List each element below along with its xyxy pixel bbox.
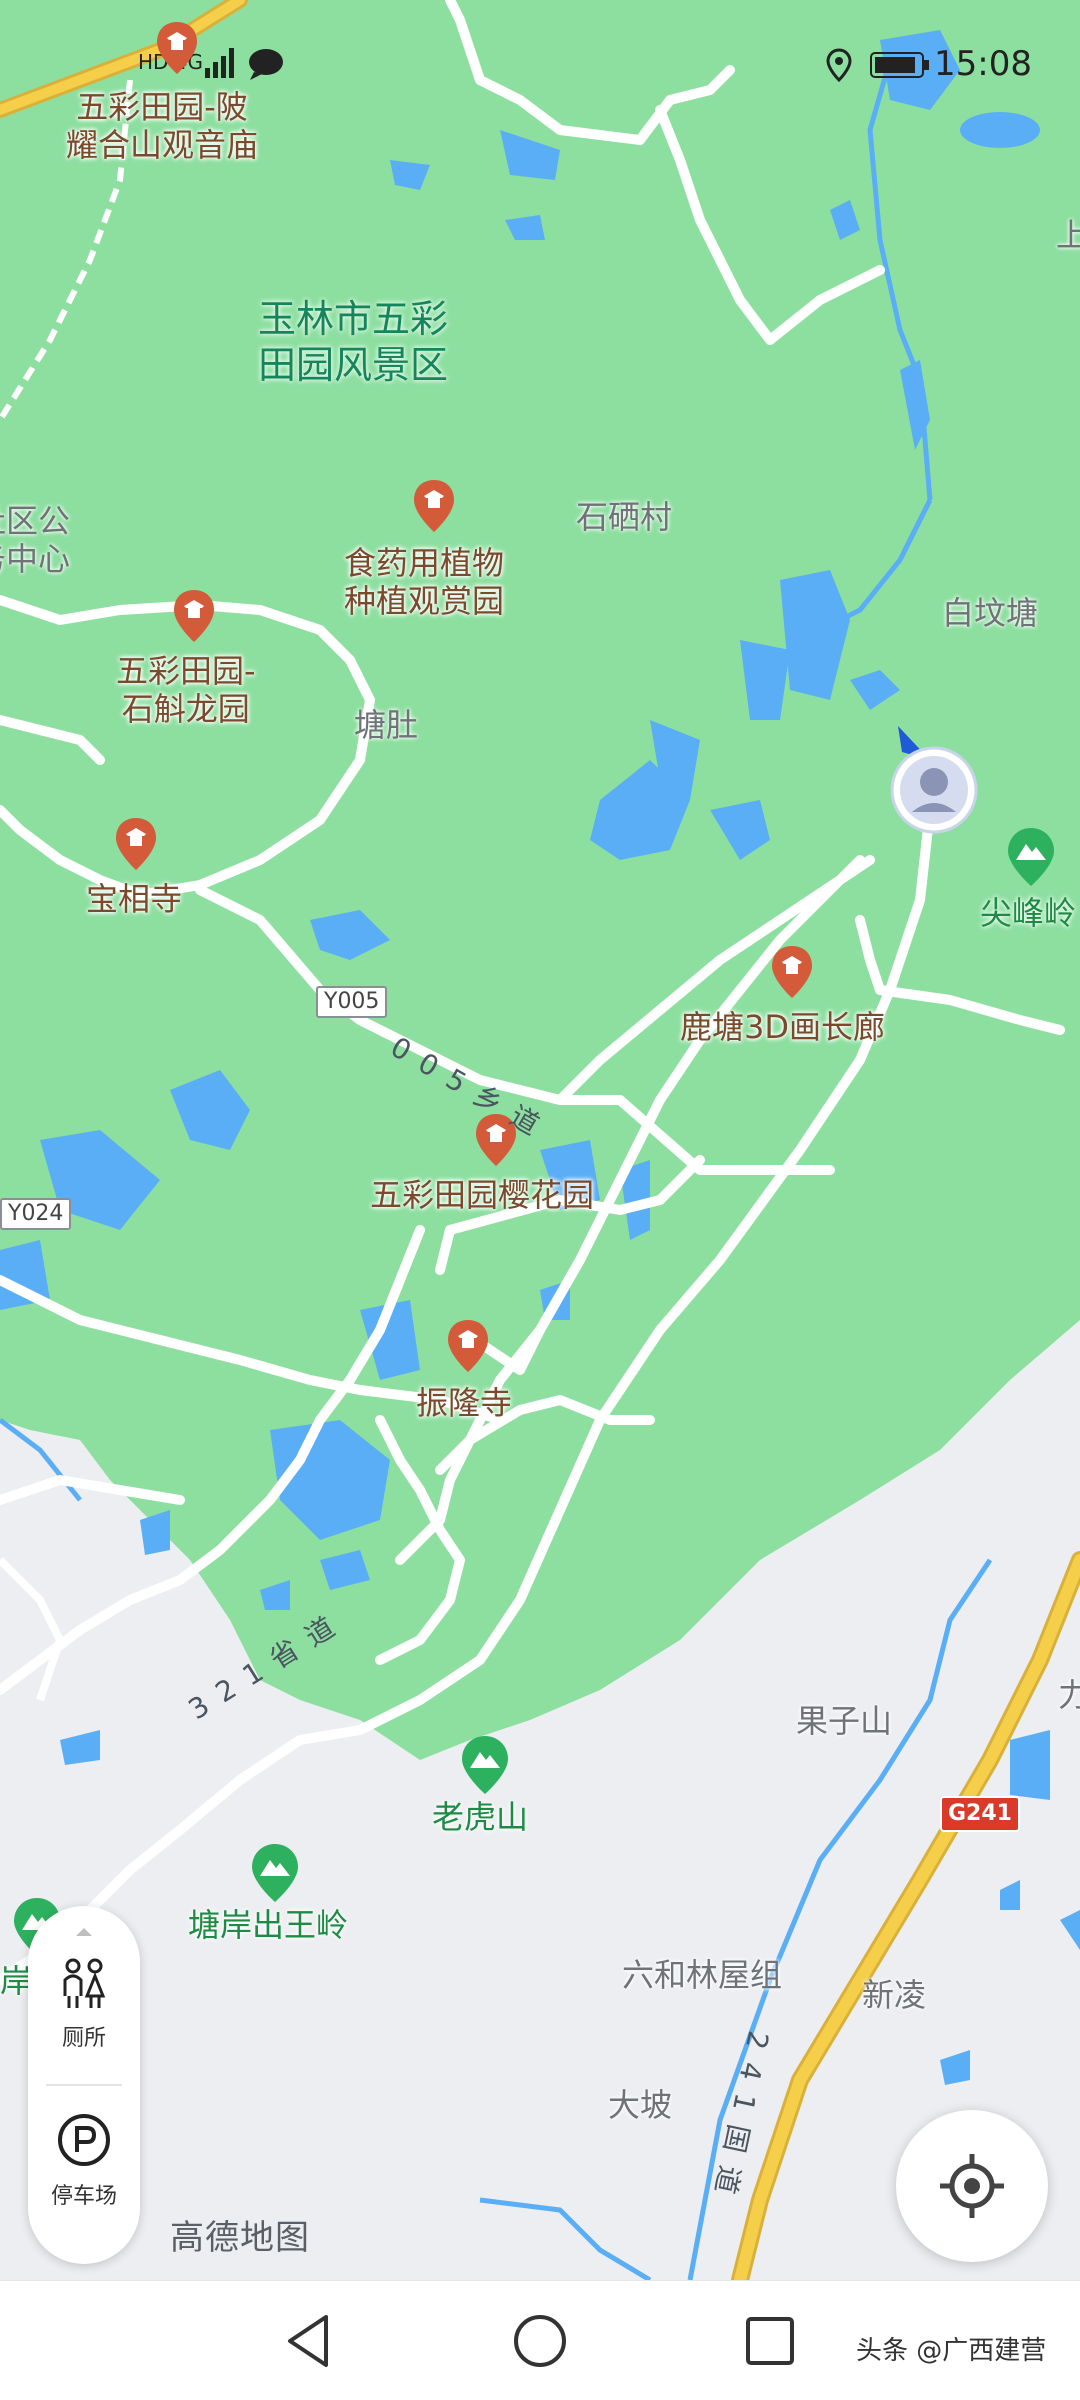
peak-label-jianfeng[interactable]: 尖峰岭 (980, 894, 1076, 932)
village-label-service[interactable]: 社区公 务中心 (0, 502, 70, 578)
poi-label-zhenlong[interactable]: 振隆寺 (416, 1384, 512, 1422)
poi-label-gallery[interactable]: 鹿塘3D画长廊 (680, 1008, 885, 1046)
village-label-baifentang[interactable]: 白坟塘 (942, 594, 1038, 632)
clock: 15:08 (934, 44, 1032, 84)
road-tag-y024[interactable]: Y024 (0, 1198, 72, 1230)
recents-icon[interactable] (744, 2315, 796, 2367)
road-tag-g241[interactable]: G241 (940, 1796, 1020, 1832)
village-label-shigang[interactable]: 石硒村 (576, 498, 672, 536)
village-label-xinling[interactable]: 新凌 (862, 1976, 926, 2014)
temple-pin-icon[interactable] (155, 22, 199, 74)
scenic-area-label[interactable]: 玉林市五彩 田园风景区 (258, 296, 448, 388)
poi-label-shihu[interactable]: 五彩田园- 石斛龙园 (116, 652, 256, 728)
road-tag-y005[interactable]: Y005 (316, 986, 388, 1018)
village-label-tangdu[interactable]: 塘肚 (354, 706, 418, 744)
poi-label-baoxiang[interactable]: 宝相寺 (86, 880, 182, 918)
village-label-edge-right[interactable]: 上 (1056, 216, 1080, 254)
locate-me-button[interactable] (896, 2110, 1048, 2262)
parking-label: 停车场 (50, 2184, 117, 2209)
village-label-guozishan[interactable]: 果子山 (796, 1702, 892, 1740)
toilet-label: 厕所 (61, 2026, 106, 2051)
parking-button[interactable]: 停车场 (28, 2112, 140, 2210)
village-label-dapo[interactable]: 大坡 (608, 2086, 672, 2124)
watermark: 头条 @广西建营 (856, 2336, 1047, 2366)
facility-panel: 厕所 停车场 (28, 1906, 140, 2264)
location-icon (826, 48, 852, 82)
home-icon[interactable] (512, 2313, 568, 2369)
toilet-icon (63, 1958, 106, 2008)
back-icon[interactable] (284, 2313, 334, 2369)
mountain-pin-icon[interactable] (460, 1736, 510, 1794)
poi-label-herb[interactable]: 食药用植物 种植观赏园 (344, 544, 504, 620)
temple-pin-icon[interactable] (172, 590, 216, 642)
parking-icon (58, 2114, 110, 2166)
peak-label-chuwang[interactable]: 塘岸出王岭 (188, 1906, 348, 1944)
poi-label-sakura[interactable]: 五彩田园樱花园 (370, 1176, 594, 1214)
mountain-pin-icon[interactable] (1006, 828, 1056, 886)
temple-pin-icon[interactable] (446, 1320, 490, 1372)
mountain-pin-icon[interactable] (250, 1844, 300, 1902)
collapse-arrow-icon[interactable] (74, 1926, 94, 1938)
temple-pin-icon[interactable] (770, 946, 814, 998)
temple-pin-icon[interactable] (412, 480, 456, 532)
map-brand-logo: 高德地图 (170, 2218, 310, 2258)
toilet-button[interactable]: 厕所 (28, 1956, 140, 2052)
village-label-liuhelin[interactable]: 六和林屋组 (622, 1956, 782, 1994)
message-icon (249, 49, 283, 80)
poi-label-guanyin[interactable]: 五彩田园-陂 耀合山观音庙 (66, 88, 258, 164)
village-label-edge-right2[interactable]: 力 (1058, 1676, 1080, 1714)
panel-divider (46, 2084, 122, 2086)
temple-pin-icon[interactable] (114, 818, 158, 870)
peak-label-laohu[interactable]: 老虎山 (432, 1798, 528, 1836)
battery-icon (870, 52, 929, 78)
signal-icon (205, 48, 234, 78)
crosshair-icon (940, 2154, 1004, 2218)
